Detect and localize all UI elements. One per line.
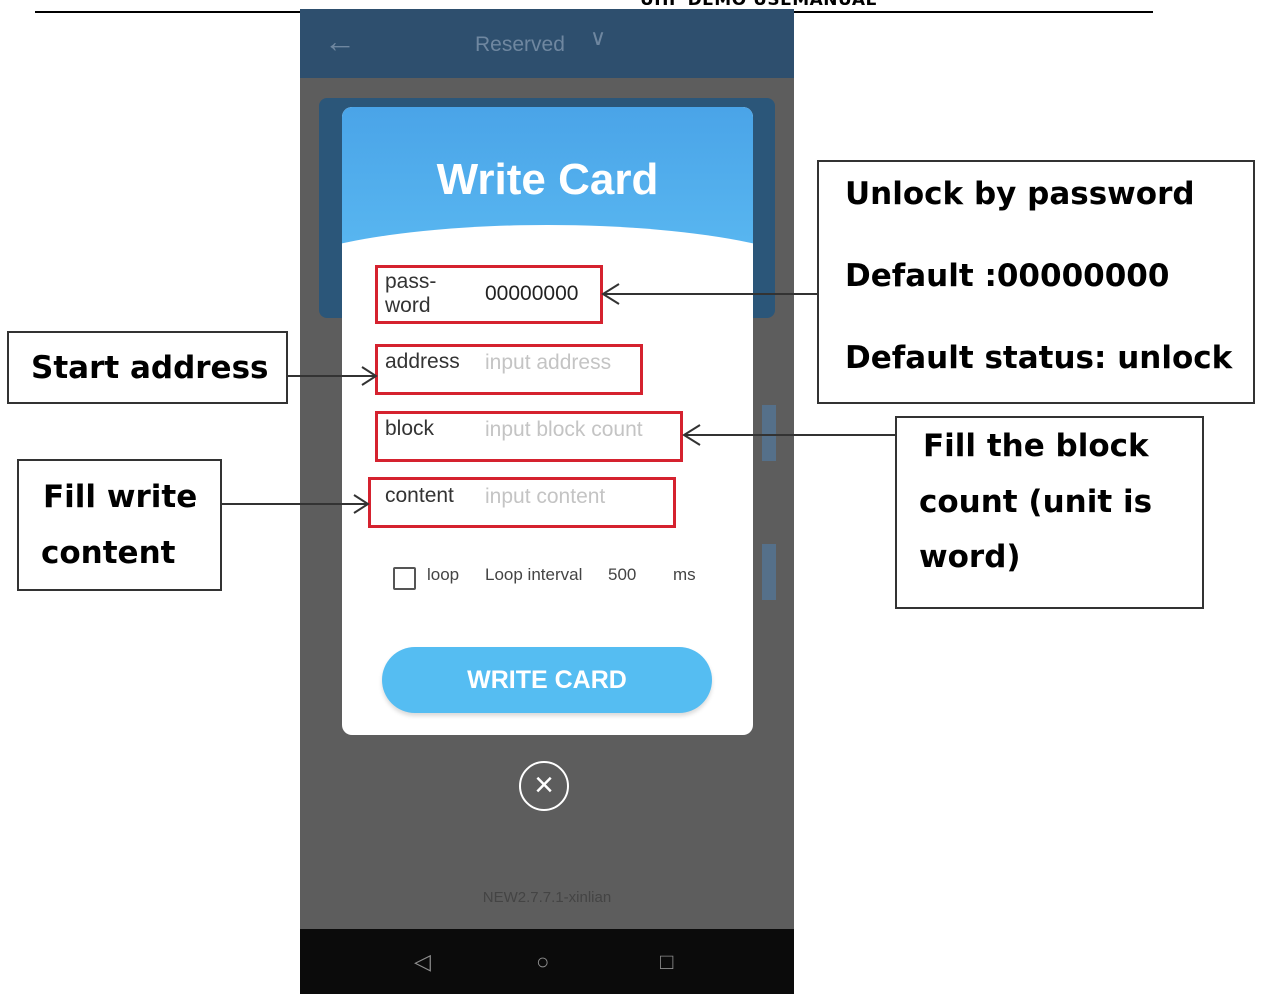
password-label-line2: word	[385, 294, 431, 317]
address-input[interactable]: input address	[485, 351, 611, 375]
annotation-block-line1: Fill the block	[923, 428, 1149, 464]
mode-title[interactable]: Reserved	[475, 33, 565, 57]
write-card-dialog: Write Card pass- word 00000000 address i…	[342, 107, 753, 735]
annotation-block-line2: count (unit is	[919, 484, 1153, 520]
annotation-block: Fill the block count (unit is word)	[895, 416, 1204, 609]
phone-screen: ← Reserved ∨ Write Card pass- word 00000…	[300, 9, 794, 994]
password-label-line1: pass-	[385, 270, 437, 293]
annotation-content-line2: content	[41, 535, 176, 571]
annotation-address-text: Start address	[31, 350, 269, 386]
annotation-password-line3: Default status: unlock	[845, 340, 1233, 376]
nav-back-icon[interactable]: ◁	[414, 949, 431, 975]
chevron-down-icon[interactable]: ∨	[590, 25, 606, 51]
annotation-content-line1: Fill write	[43, 479, 198, 515]
background-strip	[762, 405, 776, 461]
loop-interval-input[interactable]: 500	[608, 565, 636, 585]
loop-interval-unit: ms	[673, 565, 696, 584]
annotation-block-line3: word)	[919, 539, 1021, 575]
version-label: NEW2.7.7.1-xinlian	[482, 889, 612, 906]
block-label: block	[385, 417, 435, 440]
annotation-address: Start address	[7, 331, 288, 404]
loop-label: loop	[427, 565, 460, 584]
content-label: content	[385, 484, 454, 507]
block-field[interactable]: block input block count	[377, 414, 682, 472]
content-input[interactable]: input content	[485, 485, 605, 509]
top-bar: ← Reserved ∨	[300, 9, 794, 78]
loop-interval-label: Loop interval	[485, 565, 583, 584]
nav-home-icon[interactable]: ○	[536, 949, 549, 975]
annotation-content: Fill write content	[17, 459, 222, 591]
annotation-password-line2: Default :00000000	[845, 258, 1170, 294]
address-label: address	[385, 350, 460, 373]
close-icon[interactable]: ×	[519, 761, 569, 811]
nav-recents-icon[interactable]: □	[660, 949, 673, 975]
background-strip	[762, 544, 776, 600]
annotation-password-line1: Unlock by password	[845, 176, 1195, 212]
password-value[interactable]: 00000000	[485, 282, 578, 306]
address-field[interactable]: address input address	[377, 347, 642, 405]
loop-checkbox[interactable]	[393, 567, 416, 590]
content-field[interactable]: content input content	[377, 481, 677, 539]
annotation-password: Unlock by password Default :00000000 Def…	[817, 160, 1255, 404]
write-card-button[interactable]: WRITE CARD	[382, 647, 712, 713]
back-arrow-icon[interactable]: ←	[324, 25, 356, 57]
android-nav-bar: ◁ ○ □	[300, 929, 794, 994]
password-field[interactable]: pass- word 00000000	[377, 267, 607, 325]
dialog-title: Write Card	[436, 155, 659, 204]
block-input[interactable]: input block count	[485, 418, 643, 442]
